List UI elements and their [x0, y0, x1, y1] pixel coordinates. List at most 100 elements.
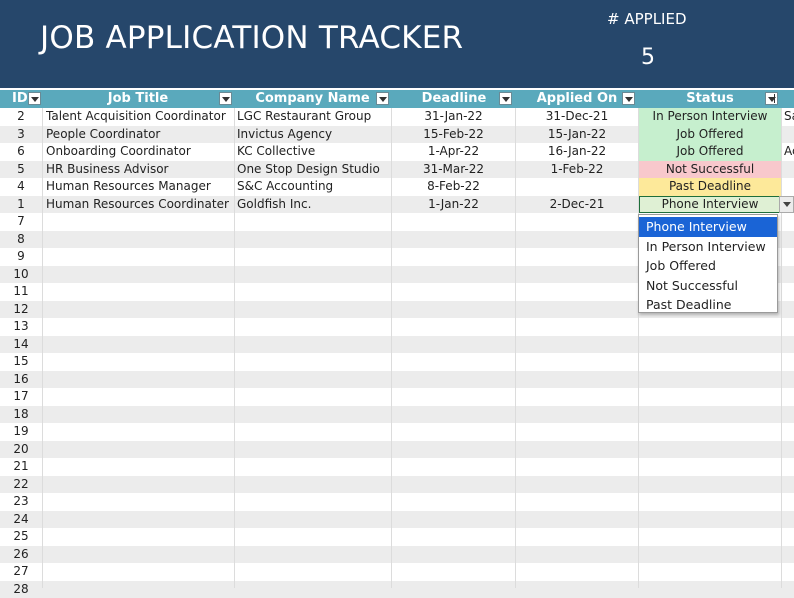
- id-cell[interactable]: 26: [0, 546, 42, 564]
- id-cell[interactable]: 21: [0, 458, 42, 476]
- dropdown-option[interactable]: Job Offered: [639, 256, 777, 276]
- id-cell[interactable]: 14: [0, 336, 42, 354]
- job-title-cell[interactable]: Human Resources Coordinater: [46, 196, 232, 214]
- notes-cell[interactable]: Sa: [784, 108, 794, 126]
- status-cell[interactable]: Not Successful: [639, 161, 781, 179]
- column-header-job-title: Job Title: [43, 90, 233, 108]
- id-cell[interactable]: 27: [0, 563, 42, 581]
- job-title-cell[interactable]: HR Business Advisor: [46, 161, 232, 179]
- filter-dropdown-deadline-icon[interactable]: [499, 92, 512, 105]
- column-divider: [638, 108, 639, 588]
- filter-dropdown-company-icon[interactable]: [376, 92, 389, 105]
- table-row: 4Human Resources Manager S&C Accounting8-…: [0, 178, 794, 196]
- id-cell[interactable]: 20: [0, 441, 42, 459]
- dropdown-option[interactable]: Not Successful: [639, 276, 777, 296]
- deadline-cell[interactable]: 8-Feb-22: [392, 178, 515, 196]
- notes-cell[interactable]: [784, 126, 794, 144]
- applied-on-cell[interactable]: 2-Dec-21: [516, 196, 638, 214]
- applied-on-cell[interactable]: 31-Dec-21: [516, 108, 638, 126]
- filter-dropdown-applied-on-icon[interactable]: [622, 92, 635, 105]
- id-cell[interactable]: 13: [0, 318, 42, 336]
- deadline-cell[interactable]: 15-Feb-22: [392, 126, 515, 144]
- job-title-cell[interactable]: Onboarding Coordinator: [46, 143, 232, 161]
- column-header-company-name: Company Name: [235, 90, 390, 108]
- company-cell[interactable]: One Stop Design Studio: [237, 161, 389, 179]
- notes-cell[interactable]: [784, 178, 794, 196]
- id-cell[interactable]: 8: [0, 231, 42, 249]
- status-dropdown-list[interactable]: Phone InterviewIn Person InterviewJob Of…: [638, 214, 778, 313]
- id-cell[interactable]: 22: [0, 476, 42, 494]
- company-cell[interactable]: S&C Accounting: [237, 178, 389, 196]
- table-row: 5HR Business Advisor One Stop Design Stud…: [0, 161, 794, 179]
- job-title-cell[interactable]: People Coordinator: [46, 126, 232, 144]
- table-row: 24: [0, 511, 794, 529]
- filter-dropdown-job-title-icon[interactable]: [219, 92, 232, 105]
- id-cell[interactable]: 3: [0, 126, 42, 144]
- id-cell[interactable]: 11: [0, 283, 42, 301]
- table-row: 1Human Resources Coordinater Goldfish Inc…: [0, 196, 794, 214]
- column-header-status: Status: [639, 90, 781, 108]
- job-title-cell[interactable]: Human Resources Manager: [46, 178, 232, 196]
- notes-cell[interactable]: Ac: [784, 143, 794, 161]
- status-cell[interactable]: Past Deadline: [639, 178, 781, 196]
- sort-filter-status-icon[interactable]: [765, 92, 778, 105]
- status-dropdown-arrow-icon[interactable]: [779, 196, 794, 213]
- id-cell[interactable]: 23: [0, 493, 42, 511]
- id-cell[interactable]: 5: [0, 161, 42, 179]
- id-cell[interactable]: 17: [0, 388, 42, 406]
- id-cell[interactable]: 28: [0, 581, 42, 598]
- id-cell[interactable]: 9: [0, 248, 42, 266]
- applied-on-cell[interactable]: 1-Feb-22: [516, 161, 638, 179]
- deadline-cell[interactable]: 1-Apr-22: [392, 143, 515, 161]
- table-row: 25: [0, 528, 794, 546]
- id-cell[interactable]: 19: [0, 423, 42, 441]
- id-cell[interactable]: 12: [0, 301, 42, 319]
- deadline-cell[interactable]: 31-Mar-22: [392, 161, 515, 179]
- applied-on-cell[interactable]: 16-Jan-22: [516, 143, 638, 161]
- status-cell[interactable]: Job Offered: [639, 143, 781, 161]
- id-cell[interactable]: 18: [0, 406, 42, 424]
- company-cell[interactable]: Invictus Agency: [237, 126, 389, 144]
- company-cell[interactable]: Goldfish Inc.: [237, 196, 389, 214]
- applied-on-cell[interactable]: 15-Jan-22: [516, 126, 638, 144]
- column-divider: [42, 108, 43, 588]
- page-title: JOB APPLICATION TRACKER: [40, 20, 463, 56]
- filter-dropdown-id-icon[interactable]: [28, 92, 41, 105]
- id-cell[interactable]: 25: [0, 528, 42, 546]
- status-cell[interactable]: Phone Interview: [639, 196, 781, 214]
- id-cell[interactable]: 7: [0, 213, 42, 231]
- table-row: 14: [0, 336, 794, 354]
- deadline-cell[interactable]: 1-Jan-22: [392, 196, 515, 214]
- company-cell[interactable]: LGC Restaurant Group: [237, 108, 389, 126]
- table-row: 2Talent Acquisition Coordinator LGC Resta…: [0, 108, 794, 126]
- company-cell[interactable]: KC Collective: [237, 143, 389, 161]
- id-cell[interactable]: 15: [0, 353, 42, 371]
- status-cell[interactable]: Job Offered: [639, 126, 781, 144]
- applied-count-value: 5: [641, 45, 655, 70]
- id-cell[interactable]: 4: [0, 178, 42, 196]
- table-row: 28: [0, 581, 794, 598]
- id-cell[interactable]: 10: [0, 266, 42, 284]
- table-row: 21: [0, 458, 794, 476]
- id-cell[interactable]: 6: [0, 143, 42, 161]
- deadline-cell[interactable]: 31-Jan-22: [392, 108, 515, 126]
- id-cell[interactable]: 1: [0, 196, 42, 214]
- applied-on-cell[interactable]: [516, 178, 638, 196]
- id-cell[interactable]: 2: [0, 108, 42, 126]
- status-cell[interactable]: In Person Interview: [639, 108, 781, 126]
- dropdown-option[interactable]: Phone Interview: [639, 217, 777, 237]
- dropdown-option[interactable]: In Person Interview: [639, 237, 777, 257]
- table-row: 17: [0, 388, 794, 406]
- column-header-applied-on: Applied On: [516, 90, 638, 108]
- column-divider: [781, 108, 782, 588]
- applied-count-label: # APPLIED: [607, 10, 687, 28]
- table-row: 6Onboarding Coordinator KC Collective1-Ap…: [0, 143, 794, 161]
- column-divider: [391, 108, 392, 588]
- dropdown-option[interactable]: Past Deadline: [639, 295, 777, 315]
- column-divider: [234, 108, 235, 588]
- notes-cell[interactable]: [784, 161, 794, 179]
- id-cell[interactable]: 16: [0, 371, 42, 389]
- job-title-cell[interactable]: Talent Acquisition Coordinator: [46, 108, 232, 126]
- table-row: 20: [0, 441, 794, 459]
- id-cell[interactable]: 24: [0, 511, 42, 529]
